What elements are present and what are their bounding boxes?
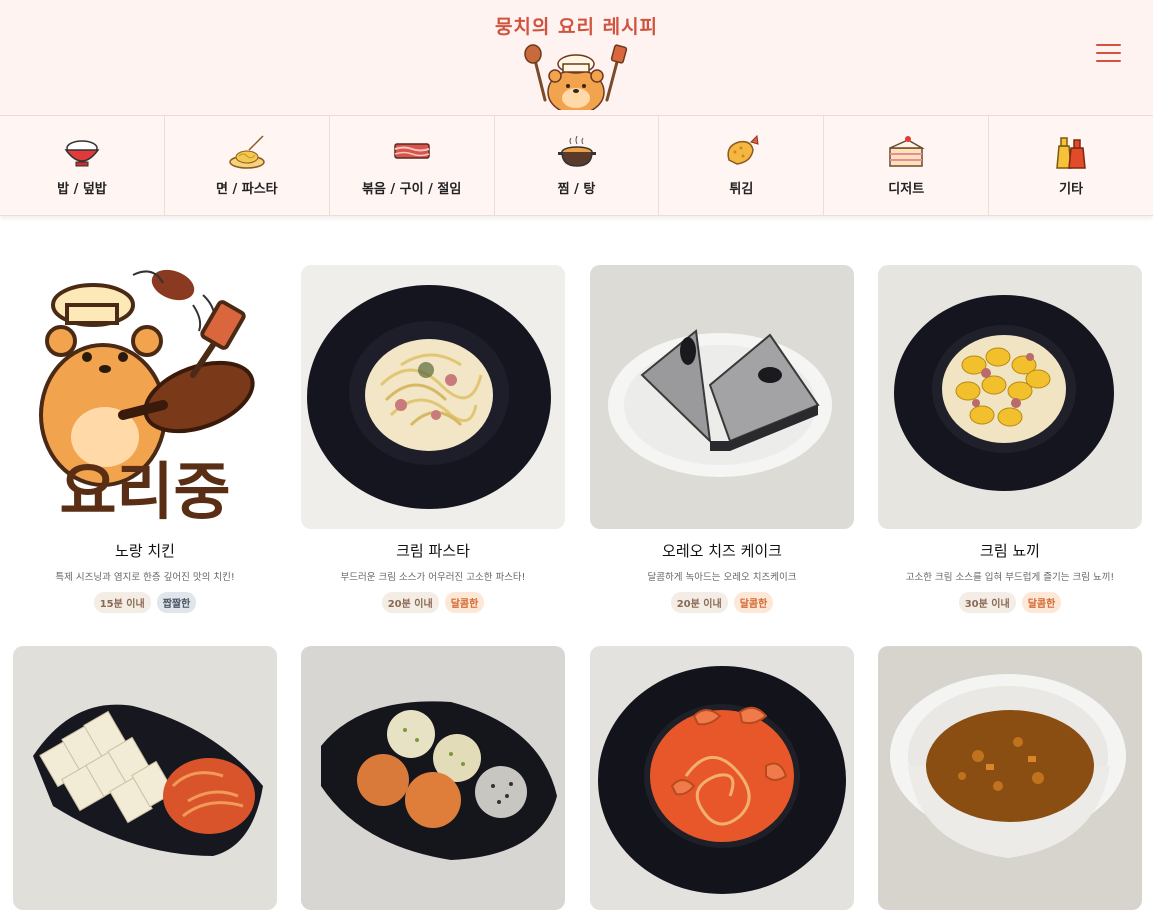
category-label: 찜 / 탕 — [557, 182, 596, 197]
fried-shrimp-icon — [727, 134, 759, 165]
recipe-description: 특제 시즈닝과 염지로 한층 깊어진 맛의 치킨! — [55, 572, 235, 583]
recipe-thumbnail[interactable] — [878, 265, 1142, 529]
recipe-tags: 30분 이내 달콤한 — [878, 592, 1142, 613]
taste-badge: 달콤한 — [733, 592, 774, 613]
time-badge: 20분 이내 — [670, 592, 728, 613]
oreo-cheesecake-photo — [590, 265, 854, 529]
shrimp-rose-pasta-photo — [590, 646, 854, 910]
recipe-thumbnail[interactable]: 요리중 — [13, 265, 277, 529]
recipe-thumbnail[interactable] — [301, 646, 565, 910]
taste-badge: 달콤한 — [1021, 592, 1062, 613]
recipe-title[interactable]: 노랑 치킨 — [13, 540, 277, 561]
site-title[interactable]: 뭉치의 요리 레시피 — [0, 12, 1153, 39]
placeholder-text: 요리중 — [59, 455, 230, 528]
category-label: 밥 / 덮밥 — [57, 182, 107, 197]
category-dessert[interactable]: 디저트 — [824, 116, 990, 215]
rice-balls-photo — [301, 646, 565, 910]
tofu-kimchi-photo — [13, 646, 277, 910]
time-badge: 20분 이내 — [381, 592, 439, 613]
recipe-description: 달콤하게 녹아드는 오레오 치즈케이크 — [647, 572, 797, 583]
category-label: 면 / 파스타 — [215, 182, 278, 197]
recipe-tags: 20분 이내 달콤한 — [301, 592, 565, 613]
rice-bowl-icon — [64, 140, 100, 167]
category-label: 기타 — [1059, 182, 1084, 197]
recipe-description: 부드러운 크림 소스가 어우러진 고소한 파스타! — [340, 572, 526, 583]
category-noodles[interactable]: 면 / 파스타 — [165, 116, 330, 215]
recipe-thumbnail[interactable] — [878, 646, 1142, 910]
recipe-description: 고소한 크림 소스를 입혀 부드럽게 즐기는 크림 뇨끼! — [905, 572, 1115, 583]
cooking-mascot-icon: 요리중 — [13, 265, 277, 529]
category-stirfry[interactable]: 볶음 / 구이 / 절임 — [330, 116, 495, 215]
category-nav: 밥 / 덮밥 면 / 파스타 볶음 / 구이 / 절임 찜 / 탕 튀김 디저트… — [0, 116, 1153, 216]
chef-hamster-logo-icon[interactable] — [521, 42, 631, 110]
category-label: 볶음 / 구이 / 절임 — [361, 182, 462, 197]
hamburger-menu-icon[interactable] — [1094, 38, 1124, 68]
category-fried[interactable]: 튀김 — [659, 116, 825, 215]
category-label: 디저트 — [888, 182, 925, 197]
category-stew[interactable]: 찜 / 탕 — [495, 116, 660, 215]
cream-gnocchi-photo — [878, 265, 1142, 529]
cream-pasta-photo — [301, 265, 565, 529]
time-badge: 30분 이내 — [958, 592, 1016, 613]
recipe-title[interactable]: 오레오 치즈 케이크 — [590, 540, 854, 561]
site-header: 뭉치의 요리 레시피 — [0, 0, 1153, 116]
category-label: 튀김 — [729, 182, 754, 197]
category-rice[interactable]: 밥 / 덮밥 — [0, 116, 165, 215]
recipe-title[interactable]: 크림 파스타 — [301, 540, 565, 561]
recipe-title[interactable]: 크림 뇨끼 — [878, 540, 1142, 561]
sauce-bottles-icon — [1056, 137, 1086, 169]
cake-slice-icon — [889, 136, 926, 167]
stew-pot-icon — [557, 135, 596, 167]
recipe-tags: 20분 이내 달콤한 — [590, 592, 854, 613]
bacon-icon — [393, 143, 430, 159]
noodle-plate-icon — [229, 135, 265, 169]
time-badge: 15분 이내 — [93, 592, 151, 613]
curry-rice-photo — [878, 646, 1142, 910]
taste-badge: 달콤한 — [444, 592, 485, 613]
category-etc[interactable]: 기타 — [989, 116, 1153, 215]
recipe-thumbnail[interactable] — [590, 265, 854, 529]
recipe-tags: 15분 이내 짭짤한 — [13, 592, 277, 613]
taste-badge: 짭짤한 — [156, 592, 197, 613]
recipe-thumbnail[interactable] — [590, 646, 854, 910]
recipe-thumbnail[interactable] — [301, 265, 565, 529]
recipe-thumbnail[interactable] — [13, 646, 277, 910]
